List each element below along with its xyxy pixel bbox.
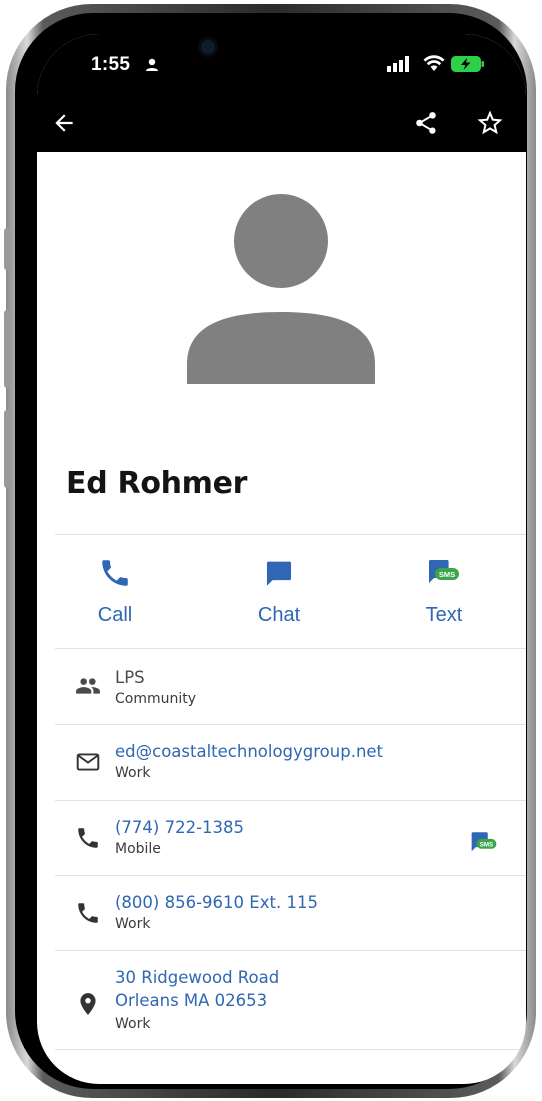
divider	[55, 534, 526, 535]
side-button-volume-down	[4, 410, 10, 488]
mobile-phone-link[interactable]: (774) 722-1385	[115, 817, 244, 839]
address-line-2[interactable]: Orleans MA 02653	[115, 990, 267, 1012]
back-arrow-icon[interactable]	[51, 110, 77, 136]
cellular-signal-icon	[387, 56, 409, 72]
wifi-icon	[423, 55, 445, 71]
work-phone-type: Work	[115, 916, 151, 932]
status-time: 1:55	[91, 54, 131, 75]
phone-icon	[78, 903, 98, 923]
work-phone-link[interactable]: (800) 856-9610 Ext. 115	[115, 892, 318, 914]
text-label: Text	[425, 604, 463, 626]
person-status-icon	[146, 58, 158, 71]
side-button-volume-up	[4, 310, 10, 388]
front-camera	[201, 40, 215, 54]
detail-row-mobile-phone[interactable]: (774) 722-1385 Mobile SMS	[55, 801, 526, 876]
location-pin-icon	[80, 993, 96, 1015]
email-link[interactable]: ed@coastaltechnologygroup.net	[115, 741, 383, 763]
chat-bubble-icon	[266, 561, 292, 586]
side-button-mute	[4, 228, 10, 270]
divider	[55, 1049, 526, 1050]
detail-row-address[interactable]: 30 Ridgewood Road Orleans MA 02653 Work	[55, 951, 526, 1049]
phone-icon	[102, 560, 128, 586]
star-outline-icon[interactable]	[475, 108, 505, 138]
community-type: Community	[115, 691, 197, 707]
avatar-placeholder-icon	[187, 194, 375, 384]
sms-icon[interactable]: SMS	[467, 829, 501, 857]
text-action-button[interactable]: SMS Text	[399, 556, 489, 627]
community-name: LPS	[115, 668, 145, 687]
call-action-button[interactable]: Call	[70, 556, 160, 627]
call-label: Call	[97, 604, 133, 626]
screen: 1:55 Ed Rohmer Call Chat SMS Text LPS Co…	[37, 34, 526, 1084]
chat-label: Chat	[257, 604, 301, 626]
detail-row-community: LPS Community	[55, 649, 526, 724]
svg-text:SMS: SMS	[439, 570, 455, 579]
mail-icon	[76, 753, 100, 771]
sms-badge-text: SMS	[480, 841, 493, 848]
share-icon[interactable]	[413, 110, 439, 136]
detail-row-work-phone[interactable]: (800) 856-9610 Ext. 115 Work	[55, 876, 526, 951]
address-line-1[interactable]: 30 Ridgewood Road	[115, 967, 279, 989]
phone-icon	[78, 828, 98, 848]
top-bar: 1:55	[37, 34, 526, 152]
sms-icon: SMS	[429, 560, 459, 583]
chat-action-button[interactable]: Chat	[234, 556, 324, 627]
group-icon	[76, 678, 100, 694]
email-type: Work	[115, 765, 151, 781]
battery-charging-icon	[451, 56, 484, 72]
detail-row-email[interactable]: ed@coastaltechnologygroup.net Work	[55, 725, 526, 800]
mobile-phone-type: Mobile	[115, 841, 161, 857]
contact-name: Ed Rohmer	[66, 466, 248, 501]
address-type: Work	[115, 1016, 151, 1032]
